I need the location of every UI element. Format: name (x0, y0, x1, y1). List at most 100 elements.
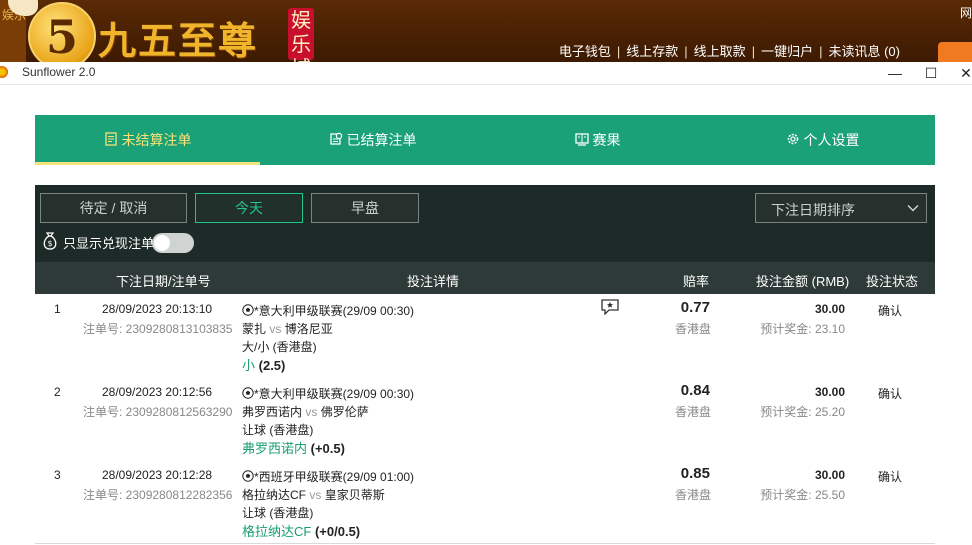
tab-personal-settings[interactable]: 个人设置 (710, 115, 935, 165)
away-team: 皇家贝蒂斯 (324, 488, 385, 502)
sort-select-value: 下注日期排序 (771, 202, 855, 218)
nav-deposit[interactable]: 线上存款 (626, 44, 678, 59)
site-logo[interactable]: 5 (28, 2, 96, 62)
maximize-button[interactable]: ☐ (916, 62, 946, 84)
money-bag-icon: $ (41, 231, 59, 254)
tab-unsettled-bets[interactable]: 未结算注单 (35, 115, 260, 165)
vs-label: vs (269, 322, 282, 336)
chat-icon[interactable] (600, 299, 620, 316)
orange-tab-button[interactable] (938, 42, 972, 62)
tab-label: 赛果 (592, 132, 621, 148)
bet-number-label: 注单号: (83, 405, 126, 419)
soccer-ball-icon (242, 304, 254, 318)
bet-status: 确认 (878, 470, 903, 484)
header-date: 下注日期/注单号 (116, 274, 211, 289)
cashout-filter: $ 只显示兑现注单 (41, 231, 195, 254)
minimize-button[interactable]: — (880, 62, 910, 84)
odds-value: 0.85 (680, 465, 710, 482)
header-odds: 赔率 (683, 274, 710, 289)
logo-number: 5 (45, 10, 78, 62)
main-tabs: 未结算注单 已结算注单 赛果 个人设置 (35, 115, 935, 165)
estimated-win-value: 25.20 (814, 405, 845, 419)
chevron-down-icon (906, 201, 920, 215)
selection-name: 小 (242, 358, 256, 373)
filter-panel: 待定 / 取消 今天 早盘 下注日期排序 $ 只显示兑现注单 (35, 185, 935, 262)
estimated-win-value: 23.10 (814, 322, 845, 336)
tab-settled-bets[interactable]: 已结算注单 (260, 115, 485, 165)
nav-one-click-transfer[interactable]: 一键归户 (761, 44, 813, 59)
selection-line: (+0.5) (310, 441, 345, 456)
estimated-win-label: 预计奖金: (760, 322, 815, 336)
bet-date: 28/09/2023 20:12:56 (102, 385, 213, 399)
bet-number-value: 2309280812282356 (125, 488, 233, 502)
table-row[interactable]: 3 28/09/2023 20:12:28 注单号: 230928081228235… (35, 460, 935, 544)
bet-number: 注单号: 2309280813103835 (83, 320, 232, 337)
odds-type: 香港盘 (675, 405, 712, 419)
bet-selection: 格拉纳达CF (+0/0.5) (242, 521, 360, 540)
soccer-ball-icon (242, 470, 254, 484)
site-banner: 娱乐 5 九五至尊 娱乐城 电子钱包|线上存款|线上取款|一键归户|未读讯息 (… (0, 0, 972, 62)
scoreboard-icon (574, 132, 589, 149)
league: *意大利甲级联赛(29/09 00:30) (242, 302, 414, 319)
nav-unread-messages[interactable]: 未读讯息 (0) (828, 44, 900, 59)
cashout-toggle[interactable] (152, 232, 195, 253)
svg-text:$: $ (47, 239, 52, 248)
bet-selection: 小 (2.5) (242, 355, 285, 374)
nav-wallet[interactable]: 电子钱包 (559, 44, 611, 59)
away-team: 佛罗伦萨 (320, 405, 369, 419)
bet-number-value: 2309280812563290 (125, 405, 233, 419)
odds-value: 0.84 (680, 382, 710, 399)
home-team: 格拉纳达CF (242, 488, 306, 502)
bet-status: 确认 (878, 387, 903, 401)
vs-label: vs (305, 405, 318, 419)
row-index: 1 (54, 302, 61, 316)
match-teams: 格拉纳达CF vs 皇家贝蒂斯 (242, 486, 385, 503)
today-button[interactable]: 今天 (195, 193, 303, 223)
nav-withdraw[interactable]: 线上取款 (694, 44, 746, 59)
top-right-link[interactable]: 网 (960, 4, 972, 21)
estimated-win: 预计奖金: 25.50 (760, 486, 845, 503)
nav-separator: | (751, 44, 756, 59)
bet-number-value: 2309280813103835 (125, 322, 233, 336)
estimated-win: 预计奖金: 23.10 (760, 320, 845, 337)
table-row[interactable]: 2 28/09/2023 20:12:56 注单号: 230928081256329… (35, 377, 935, 461)
header-details: 投注详情 (407, 274, 460, 289)
away-team: 博洛尼亚 (284, 322, 333, 336)
odds-type: 香港盘 (675, 488, 712, 502)
bet-market: 让球 (香港盘) (242, 506, 314, 520)
match-teams: 蒙扎 vs 博洛尼亚 (242, 320, 333, 337)
home-team: 弗罗西诺内 (242, 405, 303, 419)
tab-label: 个人设置 (803, 132, 860, 148)
vs-label: vs (309, 488, 322, 502)
bet-number: 注单号: 2309280812282356 (83, 486, 232, 503)
estimated-win-label: 预计奖金: (760, 405, 815, 419)
bet-selection: 弗罗西诺内 (+0.5) (242, 438, 345, 457)
header-status: 投注状态 (866, 274, 919, 289)
soccer-ball-icon (242, 387, 254, 401)
bet-market: 让球 (香港盘) (242, 423, 314, 437)
tab-label: 未结算注单 (121, 132, 192, 148)
settled-icon (329, 132, 343, 149)
bets-table-header: 下注日期/注单号 投注详情 赔率 投注金额 (RMB) 投注状态 (35, 262, 935, 294)
nav-separator: | (684, 44, 688, 59)
brand-tag: 娱乐城 (288, 8, 314, 62)
stake-amount: 30.00 (814, 385, 845, 399)
league-name: *意大利甲级联赛(29/09 00:30) (254, 387, 415, 401)
odds-type: 香港盘 (675, 322, 712, 336)
stake-amount: 30.00 (814, 468, 845, 482)
league: *意大利甲级联赛(29/09 00:30) (242, 385, 414, 402)
bet-number-label: 注单号: (83, 322, 126, 336)
top-nav: 电子钱包 | 线上存款 | 线上取款 | 一键归户 | 未读讯息 (0) (559, 41, 900, 60)
pending-cancel-button[interactable]: 待定 / 取消 (40, 193, 187, 223)
close-button[interactable]: ✕ (951, 62, 972, 84)
selection-name: 格拉纳达CF (242, 524, 312, 539)
home-team: 蒙扎 (242, 322, 267, 336)
tab-results[interactable]: 赛果 (485, 115, 710, 165)
row-index: 2 (54, 385, 61, 399)
league: *西班牙甲级联赛(29/09 01:00) (242, 468, 414, 485)
early-market-button[interactable]: 早盘 (311, 193, 419, 223)
brand-name: 九五至尊 (98, 18, 259, 62)
header-stake: 投注金额 (RMB) (756, 274, 850, 289)
sort-select[interactable]: 下注日期排序 (755, 193, 927, 223)
table-row[interactable]: 1 28/09/2023 20:13:10 注单号: 230928081310383… (35, 294, 935, 378)
